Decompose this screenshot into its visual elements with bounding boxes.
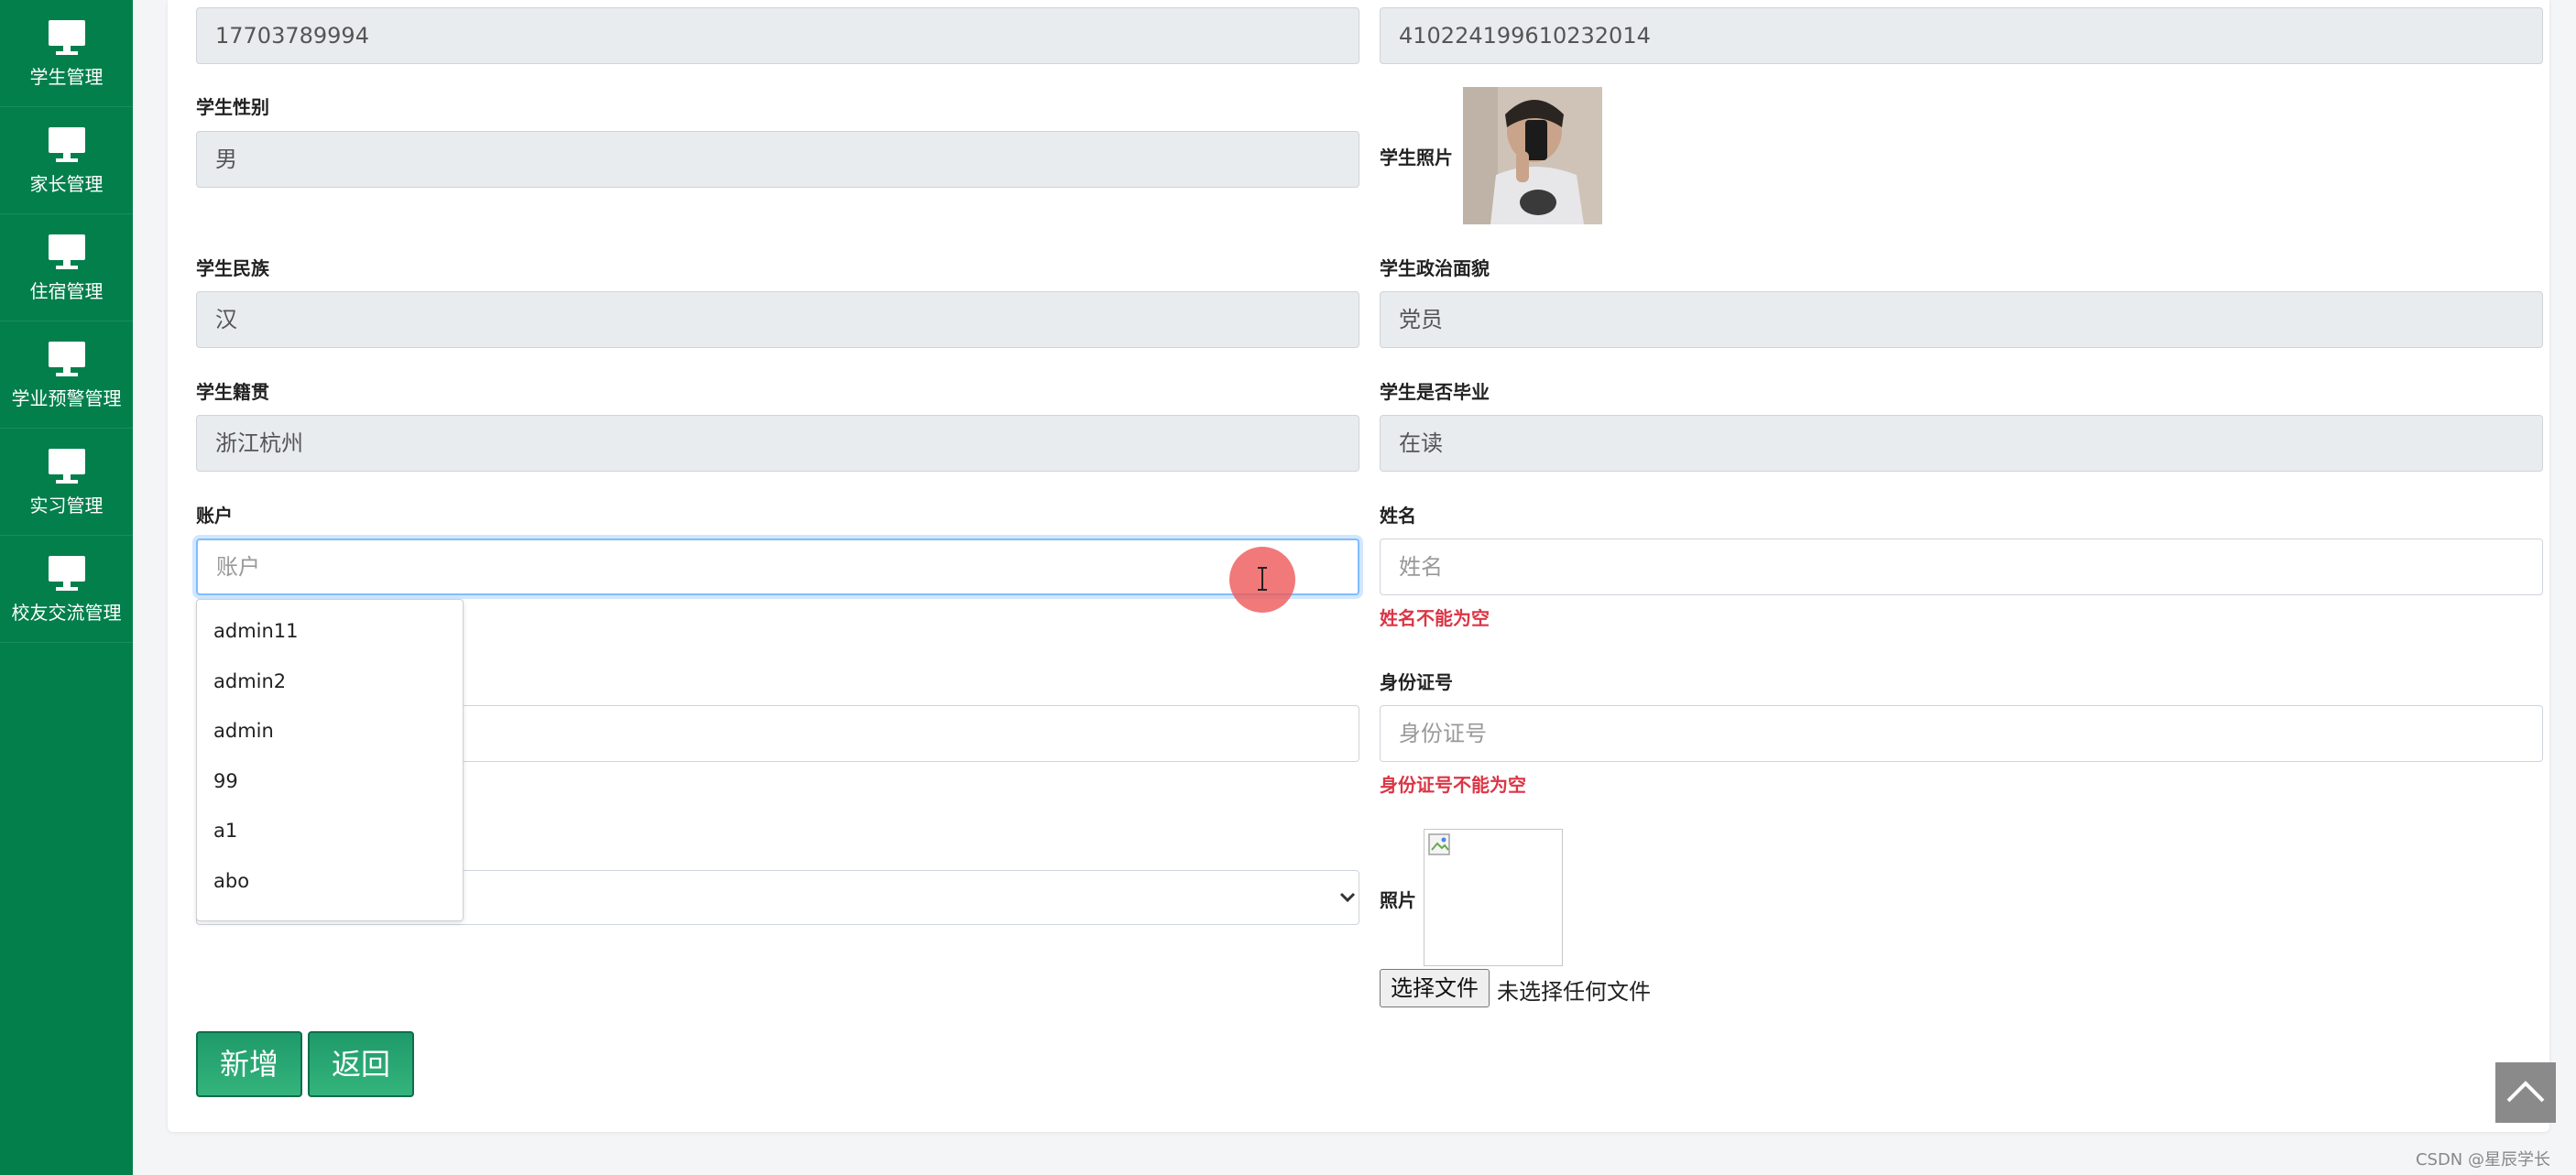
sidebar-item-label: 学生管理 (29, 66, 104, 88)
account-input[interactable]: 账户 (196, 539, 1359, 595)
student-photo-image (1463, 87, 1602, 224)
student-photo (1463, 87, 1602, 224)
phone-field: 17703789994 (196, 7, 1359, 64)
idcard-placeholder: 身份证号 (1399, 721, 1487, 746)
ethnicity-label: 学生民族 (196, 257, 269, 279)
autocomplete-option[interactable]: admin11 (213, 620, 299, 642)
sidebar-item-label: 住宿管理 (29, 280, 104, 302)
sidebar-item-label: 校友交流管理 (11, 602, 122, 624)
ethnicity-field: 汉 (196, 291, 1359, 348)
text-cursor-icon (1258, 567, 1267, 591)
name-input[interactable]: 姓名 (1380, 539, 2543, 595)
graduated-field: 在读 (1380, 415, 2543, 472)
origin-label: 学生籍贯 (196, 381, 269, 403)
gender-label: 学生性别 (196, 96, 269, 118)
political-field: 党员 (1380, 291, 2543, 348)
autocomplete-option[interactable]: abo (213, 870, 249, 892)
political-label: 学生政治面貌 (1380, 257, 1490, 279)
sidebar-item-internship[interactable]: 实习管理 (0, 429, 133, 536)
autocomplete-option[interactable]: admin (213, 720, 274, 742)
idcard-label: 身份证号 (1380, 671, 1453, 693)
graduated-label: 学生是否毕业 (1380, 381, 1490, 403)
idcard-error: 身份证号不能为空 (1380, 774, 1526, 796)
upload-label: 照片 (1380, 889, 1416, 911)
sidebar-item-label: 学业预警管理 (11, 387, 122, 409)
name-label: 姓名 (1380, 505, 1416, 527)
account-label: 账户 (196, 505, 233, 527)
idcard-input[interactable]: 身份证号 (1380, 705, 2543, 762)
idcard-readonly-field: 410224199610232014 (1380, 7, 2543, 64)
file-status-text: 未选择任何文件 (1497, 979, 1651, 1005)
monitor-icon (48, 449, 85, 484)
name-placeholder: 姓名 (1399, 554, 1443, 580)
monitor-icon (48, 127, 85, 162)
account-placeholder: 账户 (216, 554, 260, 580)
sidebar-item-academic-warning[interactable]: 学业预警管理 (0, 321, 133, 429)
monitor-icon (48, 556, 85, 591)
chevron-up-icon (2506, 1081, 2545, 1103)
monitor-icon (48, 234, 85, 269)
gender-field: 男 (196, 131, 1359, 188)
sidebar-item-student[interactable]: 学生管理 (0, 0, 133, 107)
broken-image-icon (1428, 833, 1450, 855)
name-error: 姓名不能为空 (1380, 607, 1490, 629)
watermark: CSDN @星辰学长 (2415, 1150, 2550, 1170)
add-button[interactable]: 新增 (196, 1031, 302, 1097)
origin-field: 浙江杭州 (196, 415, 1359, 472)
sidebar-item-alumni[interactable]: 校友交流管理 (0, 536, 133, 643)
broken-image-placeholder (1424, 829, 1563, 966)
monitor-icon (48, 342, 85, 376)
back-to-top-button[interactable] (2495, 1062, 2556, 1123)
monitor-icon (48, 20, 85, 55)
sidebar-item-label: 实习管理 (29, 495, 104, 517)
sidebar-item-parent[interactable]: 家长管理 (0, 107, 133, 214)
back-button[interactable]: 返回 (308, 1031, 414, 1097)
chevron-down-icon (1339, 892, 1356, 903)
sidebar-item-label: 家长管理 (29, 173, 104, 195)
autocomplete-option[interactable]: 99 (213, 770, 238, 792)
autocomplete-option[interactable]: admin2 (213, 670, 286, 692)
sidebar-item-dorm[interactable]: 住宿管理 (0, 214, 133, 321)
account-autocomplete: admin11 admin2 admin 99 a1 abo (196, 599, 464, 921)
sidebar: 学生管理 家长管理 住宿管理 学业预警管理 实习管理 校友交流管理 (0, 0, 133, 1175)
autocomplete-option[interactable]: a1 (213, 820, 237, 842)
photo-label: 学生照片 (1380, 147, 1453, 169)
choose-file-button[interactable]: 选择文件 (1380, 969, 1490, 1007)
